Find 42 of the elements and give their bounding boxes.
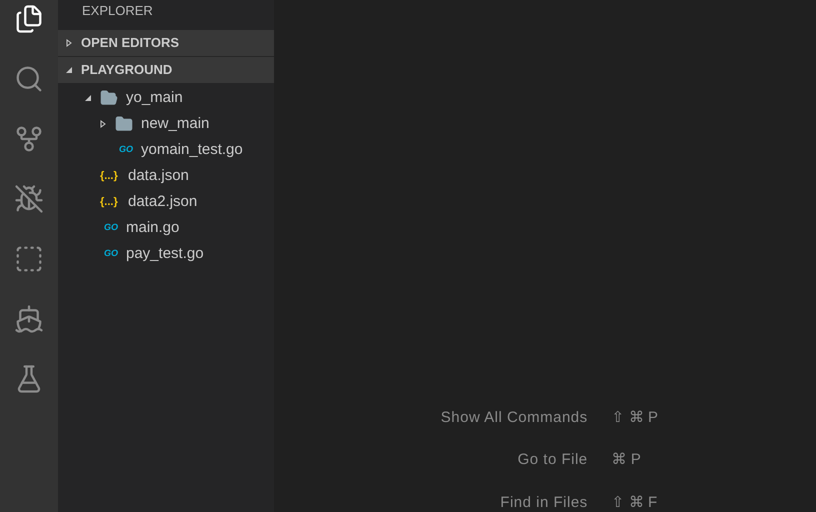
shortcut-keys: ⌘ P [612,449,658,472]
caret-icon[interactable] [84,94,92,102]
file-name: yomain_test.go [141,140,243,160]
tree-item[interactable]: yo_main [58,85,274,111]
bug-off-icon[interactable] [14,184,44,214]
file-name: yo_main [126,88,183,108]
tree-item[interactable]: new_main [58,111,274,137]
section-header[interactable]: PLAYGROUND [58,57,274,83]
shortcut-label: Go to File [516,450,588,470]
folder-icon [115,115,133,133]
file-name: pay_test.go [126,244,204,264]
file-name: new_main [141,114,210,134]
go-file-icon: GO [100,247,118,261]
json-file-icon: {...} [100,194,120,210]
tree-item[interactable]: {...} data2.json [58,189,274,215]
tree-item[interactable]: GO main.go [58,215,274,241]
tree-item[interactable]: {...} data.json [58,163,274,189]
square-icon[interactable] [14,244,44,274]
section-title: PLAYGROUND [81,61,172,80]
tree-item[interactable]: GO pay_test.go [58,241,274,267]
go-file-icon: GO [115,143,133,157]
ship-icon[interactable] [14,304,44,334]
json-file-icon: {...} [100,168,120,184]
file-name: main.go [126,218,180,238]
sidebar-title: EXPLORER [81,2,154,20]
shortcut-label: Find in Files [499,492,588,512]
shortcut-label: Show All Commands [440,408,588,428]
tree-item[interactable]: GO yomain_test.go [58,137,274,163]
shortcut-keys: ⇧ ⌘ P [612,406,658,429]
files-icon[interactable] [14,4,44,34]
caret-icon[interactable] [65,66,73,74]
go-file-icon: GO [100,221,118,235]
branch-icon[interactable] [14,124,44,154]
caret-icon[interactable] [65,39,73,47]
search-icon[interactable] [14,64,44,94]
shortcut-keys: ⇧ ⌘ F [612,492,658,512]
section-title: OPEN EDITORS [81,34,180,52]
caret-icon[interactable] [99,120,107,128]
folder-icon [100,89,118,107]
section-header[interactable]: OPEN EDITORS [58,30,274,56]
file-name: data.json [128,166,189,186]
file-name: data2.json [128,192,198,212]
